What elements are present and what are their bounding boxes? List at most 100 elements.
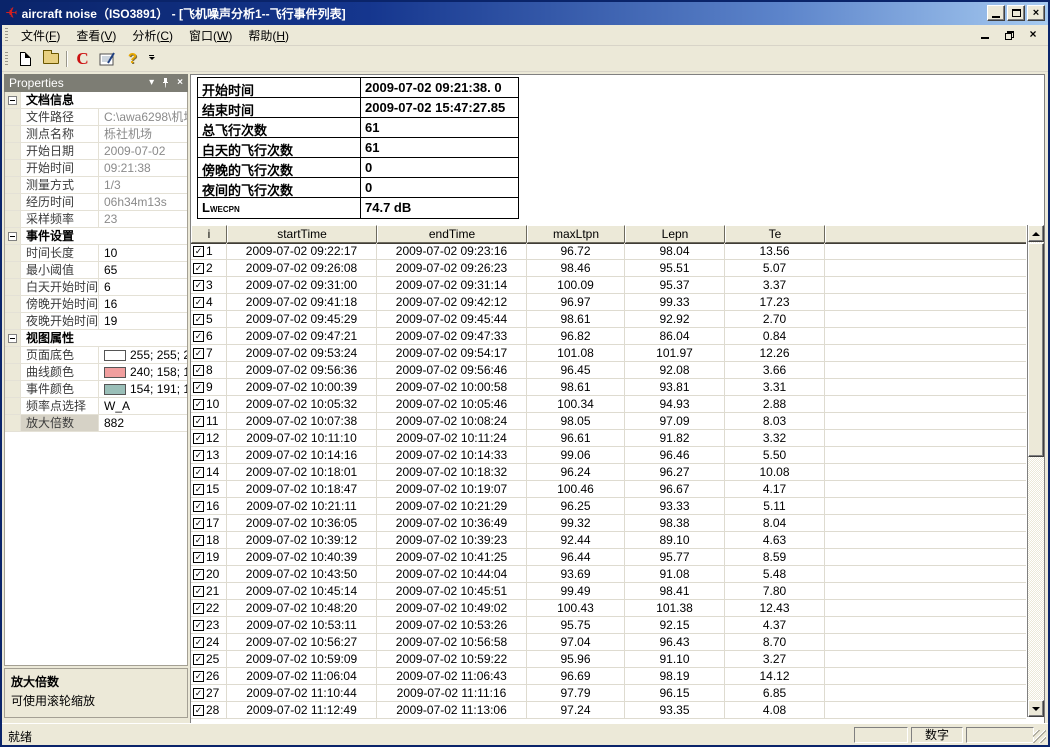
column-header-filler[interactable] — [825, 225, 1026, 243]
menu-item-c[interactable]: 分析(C) — [124, 25, 181, 46]
property-row[interactable]: 白天开始时间6 — [5, 279, 187, 296]
row-checkbox[interactable]: ✓ — [193, 280, 204, 291]
row-checkbox[interactable]: ✓ — [193, 535, 204, 546]
scroll-up-button[interactable] — [1028, 225, 1044, 242]
table-row[interactable]: ✓132009-07-02 10:14:162009-07-02 10:14:3… — [191, 447, 1027, 464]
row-checkbox[interactable]: ✓ — [193, 433, 204, 444]
collapse-minus-icon[interactable] — [8, 96, 17, 105]
row-checkbox[interactable]: ✓ — [193, 501, 204, 512]
row-checkbox[interactable]: ✓ — [193, 348, 204, 359]
row-checkbox[interactable]: ✓ — [193, 450, 204, 461]
collapse-minus-icon[interactable] — [8, 334, 17, 343]
property-section-header[interactable]: 文档信息 — [5, 92, 187, 109]
toolbar-grip[interactable] — [5, 52, 8, 66]
row-checkbox[interactable]: ✓ — [193, 552, 204, 563]
calibration-button[interactable]: C — [71, 48, 94, 70]
property-row[interactable]: 夜晚开始时间19 — [5, 313, 187, 330]
table-row[interactable]: ✓42009-07-02 09:41:182009-07-02 09:42:12… — [191, 294, 1027, 311]
property-row[interactable]: 事件颜色154; 191; 18 — [5, 381, 187, 398]
table-row[interactable]: ✓162009-07-02 10:21:112009-07-02 10:21:2… — [191, 498, 1027, 515]
table-row[interactable]: ✓222009-07-02 10:48:202009-07-02 10:49:0… — [191, 600, 1027, 617]
row-checkbox[interactable]: ✓ — [193, 365, 204, 376]
table-row[interactable]: ✓182009-07-02 10:39:122009-07-02 10:39:2… — [191, 532, 1027, 549]
property-row[interactable]: 开始日期2009-07-02 — [5, 143, 187, 160]
row-checkbox[interactable]: ✓ — [193, 671, 204, 682]
row-checkbox[interactable]: ✓ — [193, 620, 204, 631]
minimize-button[interactable] — [987, 5, 1005, 21]
properties-panel-header[interactable]: Properties ▾ × — [4, 74, 188, 92]
property-row[interactable]: 时间长度10 — [5, 245, 187, 262]
property-row[interactable]: 曲线颜色240; 158; 15 — [5, 364, 187, 381]
table-row[interactable]: ✓272009-07-02 11:10:442009-07-02 11:11:1… — [191, 685, 1027, 702]
row-checkbox[interactable]: ✓ — [193, 297, 204, 308]
panel-dropdown-button[interactable]: ▾ — [149, 78, 154, 88]
row-checkbox[interactable]: ✓ — [193, 314, 204, 325]
column-header-startTime[interactable]: startTime — [227, 225, 377, 243]
row-checkbox[interactable]: ✓ — [193, 246, 204, 257]
table-row[interactable]: ✓262009-07-02 11:06:042009-07-02 11:06:4… — [191, 668, 1027, 685]
property-row[interactable]: 页面底色255; 255; 25 — [5, 347, 187, 364]
panel-pin-button[interactable] — [161, 78, 170, 88]
row-checkbox[interactable]: ✓ — [193, 399, 204, 410]
table-row[interactable]: ✓62009-07-02 09:47:212009-07-02 09:47:33… — [191, 328, 1027, 345]
property-row[interactable]: 采样频率23 — [5, 211, 187, 228]
property-row[interactable]: 最小阈值65 — [5, 262, 187, 279]
property-row[interactable]: 放大倍数882 — [5, 415, 187, 432]
table-row[interactable]: ✓232009-07-02 10:53:112009-07-02 10:53:2… — [191, 617, 1027, 634]
table-row[interactable]: ✓242009-07-02 10:56:272009-07-02 10:56:5… — [191, 634, 1027, 651]
table-row[interactable]: ✓282009-07-02 11:12:492009-07-02 11:13:0… — [191, 702, 1027, 719]
help-button[interactable]: ? — [121, 48, 144, 70]
scrollbar-thumb[interactable] — [1028, 243, 1044, 457]
column-header-maxLtpn[interactable]: maxLtpn — [527, 225, 625, 243]
resize-grip[interactable] — [1033, 730, 1046, 743]
row-checkbox[interactable]: ✓ — [193, 654, 204, 665]
maximize-button[interactable] — [1007, 5, 1025, 21]
table-row[interactable]: ✓52009-07-02 09:45:292009-07-02 09:45:44… — [191, 311, 1027, 328]
table-row[interactable]: ✓122009-07-02 10:11:102009-07-02 10:11:2… — [191, 430, 1027, 447]
row-checkbox[interactable]: ✓ — [193, 331, 204, 342]
row-checkbox[interactable]: ✓ — [193, 382, 204, 393]
row-checkbox[interactable]: ✓ — [193, 637, 204, 648]
property-row[interactable]: 经历时间06h34m13s — [5, 194, 187, 211]
table-row[interactable]: ✓172009-07-02 10:36:052009-07-02 10:36:4… — [191, 515, 1027, 532]
menu-grip[interactable] — [5, 28, 8, 42]
vertical-scrollbar[interactable] — [1027, 225, 1044, 717]
row-checkbox[interactable]: ✓ — [193, 586, 204, 597]
scroll-down-button[interactable] — [1028, 700, 1044, 717]
table-row[interactable]: ✓22009-07-02 09:26:082009-07-02 09:26:23… — [191, 260, 1027, 277]
table-row[interactable]: ✓202009-07-02 10:43:502009-07-02 10:44:0… — [191, 566, 1027, 583]
property-section-header[interactable]: 事件设置 — [5, 228, 187, 245]
table-row[interactable]: ✓142009-07-02 10:18:012009-07-02 10:18:3… — [191, 464, 1027, 481]
menu-item-w[interactable]: 窗口(W) — [181, 25, 240, 46]
property-row[interactable]: 测量方式1/3 — [5, 177, 187, 194]
panel-close-button[interactable]: × — [177, 78, 183, 88]
open-file-button[interactable] — [39, 48, 62, 70]
menu-item-h[interactable]: 帮助(H) — [240, 25, 297, 46]
collapse-minus-icon[interactable] — [8, 232, 17, 241]
property-row[interactable]: 开始时间09:21:38 — [5, 160, 187, 177]
row-checkbox[interactable]: ✓ — [193, 688, 204, 699]
column-header-Lepn[interactable]: Lepn — [625, 225, 725, 243]
row-checkbox[interactable]: ✓ — [193, 467, 204, 478]
table-row[interactable]: ✓112009-07-02 10:07:382009-07-02 10:08:2… — [191, 413, 1027, 430]
close-button[interactable]: × — [1027, 5, 1045, 21]
row-checkbox[interactable]: ✓ — [193, 603, 204, 614]
table-row[interactable]: ✓152009-07-02 10:18:472009-07-02 10:19:0… — [191, 481, 1027, 498]
properties-button[interactable] — [96, 48, 119, 70]
row-checkbox[interactable]: ✓ — [193, 484, 204, 495]
property-row[interactable]: 测点名称栎社机场 — [5, 126, 187, 143]
table-row[interactable]: ✓192009-07-02 10:40:392009-07-02 10:41:2… — [191, 549, 1027, 566]
row-checkbox[interactable]: ✓ — [193, 705, 204, 716]
new-document-button[interactable] — [14, 48, 37, 70]
column-header-i[interactable]: i — [191, 225, 227, 243]
mdi-minimize-button[interactable] — [978, 28, 992, 41]
property-row[interactable]: 频率点选择W_A — [5, 398, 187, 415]
row-checkbox[interactable]: ✓ — [193, 518, 204, 529]
mdi-restore-button[interactable] — [1002, 28, 1016, 41]
property-section-header[interactable]: 视图属性 — [5, 330, 187, 347]
toolbar-overflow-button[interactable] — [147, 50, 156, 68]
table-row[interactable]: ✓82009-07-02 09:56:362009-07-02 09:56:46… — [191, 362, 1027, 379]
row-checkbox[interactable]: ✓ — [193, 263, 204, 274]
row-checkbox[interactable]: ✓ — [193, 569, 204, 580]
table-row[interactable]: ✓32009-07-02 09:31:002009-07-02 09:31:14… — [191, 277, 1027, 294]
